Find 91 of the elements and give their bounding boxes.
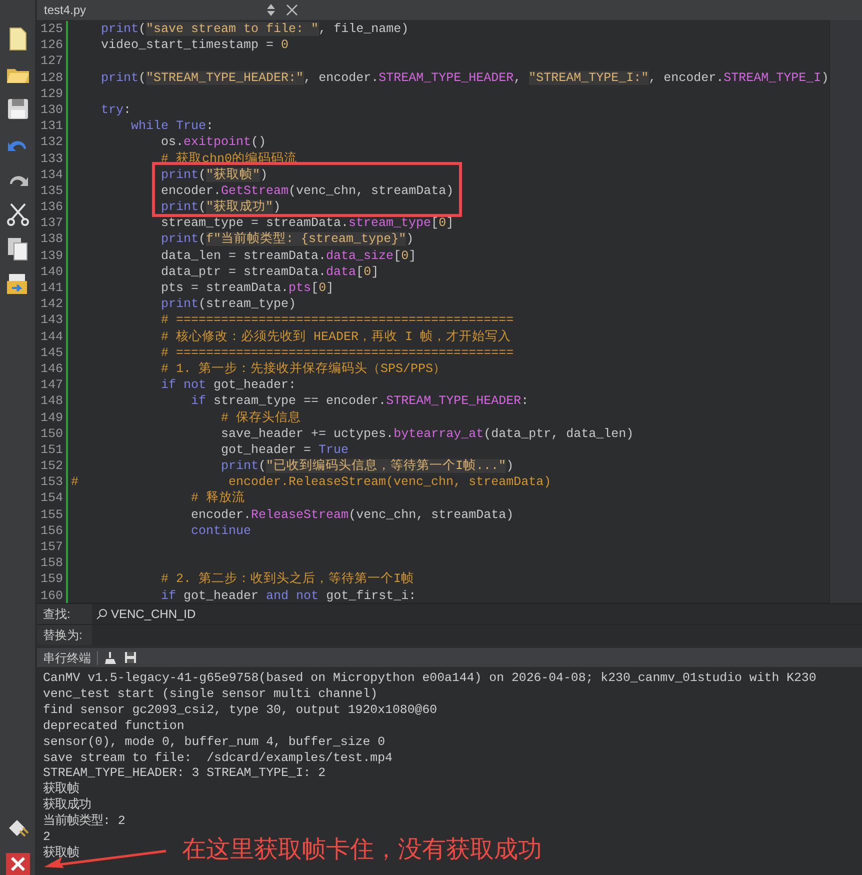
code-line: print("获取成功") [160,199,281,216]
terminal-line: 获取帧 [43,846,79,862]
line-number: 154 [39,490,64,507]
terminal-line: STREAM_TYPE_HEADER: 3 STREAM_TYPE_I: 2 [43,766,326,782]
code-line: os.exitpoint() [160,134,266,150]
code-line: if not got_header: [160,377,296,394]
line-number: 133 [39,150,64,167]
line-number: 150 [39,426,64,442]
line-number: 125 [39,21,64,38]
terminal-line: find sensor gc2093_csi2, type 30, output 1920x1080@60 [43,702,438,719]
search-icon [96,608,108,620]
code-line: try: [100,102,132,118]
code-line: print("获取帧") [160,166,268,183]
line-number: 131 [39,118,64,134]
terminal-line: 当前帧类型: 2 [43,814,126,830]
code-line: # 核心修改：必须先收到 HEADER，再收 I 帧，才开始写入 [160,328,512,345]
code-line: if got_header and not got_first_i: [160,588,416,603]
line-number: 146 [39,360,64,378]
save-icon[interactable] [124,651,137,664]
find-field[interactable]: VENC_CHN_ID [92,604,862,624]
code-line: # encoder.ReleaseStream(venc_chn, streamData) [71,474,552,490]
line-number: 158 [39,555,64,572]
line-number: 137 [39,215,64,232]
line-number: 149 [39,410,64,426]
code-line: # 释放流 [190,490,246,507]
code-line: print("已收到编码头信息，等待第一个I帧...") [220,458,514,474]
cut-icon[interactable] [4,201,30,227]
line-number: 147 [39,377,64,394]
annotation-note: 在这里获取帧卡住，没有获取成功 [182,835,542,865]
code-line: # ============================================= [160,312,514,329]
line-number: 134 [39,166,64,183]
find-value: VENC_CHN_ID [111,606,196,623]
terminal-line: CanMV v1.5-legacy-41-g65e9758(based on Micropython e00a144) on 2026-04-08; k230_canmv_01studio with K230 [43,671,816,687]
line-number: 152 [39,458,64,474]
line-number: 135 [39,182,64,200]
code-line: # 保存头信息 [220,410,302,426]
line-number: 142 [39,296,64,312]
terminal-line: 2 [43,830,50,846]
line-number: 126 [39,37,64,54]
line-number: 128 [39,70,64,86]
code-line: # 1. 第一步：先接收并保存编码头（SPS/PPS） [160,360,446,378]
line-number: 127 [39,53,64,70]
code-line: # ============================================= [160,344,514,361]
code-line: print("save stream to file: ", file_name) [100,21,409,38]
line-number: 138 [39,231,64,248]
code-line: # 2. 第二步：收到头之后，等待第一个I帧 [160,571,414,588]
code-line: print("STREAM_TYPE_HEADER:", encoder.STREAM_TYPE_HEADER, "STREAM_TYPE_I:", encoder.STREAM_TYPE_I) [100,70,829,86]
terminal-title: 串行终端 [43,650,91,666]
code-line: video_start_timestamp = 0 [100,37,289,54]
terminal-line: save stream to file: /sdcard/examples/test.mp4 [43,750,392,766]
code-line: pts = streamData.pts[0] [160,280,334,296]
terminal-line: 获取帧 [43,782,79,798]
close-icon[interactable] [286,4,298,16]
line-number: 159 [39,571,64,588]
line-number: 144 [39,328,64,345]
line-number: 157 [39,539,64,556]
find-label: 查找: [42,606,72,623]
line-number: 132 [39,134,64,150]
line-number: 160 [39,588,64,603]
code-line: while True: [130,118,214,134]
line-number: 155 [39,506,64,523]
line-number: 130 [39,102,64,118]
clear-icon[interactable] [104,650,118,664]
line-number: 143 [39,312,64,329]
line-number: 139 [39,248,64,264]
line-number: 148 [39,393,64,410]
terminal-line: 获取成功 [43,798,91,814]
line-number: 141 [39,280,64,296]
code-line: if stream_type == encoder.STREAM_TYPE_HEADER: [190,393,529,410]
code-line: data_ptr = streamData.data[0] [160,264,379,280]
code-line: encoder.GetStream(venc_chn, streamData) [160,182,454,200]
code-line: stream_type = streamData.stream_type[0] [160,215,454,232]
line-number: 136 [39,199,64,216]
code-line: got_header = True [220,442,349,458]
replace-label: 替换为: [42,627,84,644]
code-line: print(f"当前帧类型: {stream_type}") [160,231,414,248]
code-line: encoder.ReleaseStream(venc_chn, streamData) [190,506,514,523]
line-number: 140 [39,264,64,280]
line-number: 153 [39,474,64,490]
code-line: continue [190,522,252,539]
code-line: data_len = streamData.data_size[0] [160,248,416,264]
line-number: 129 [39,86,64,102]
terminal-line: venc_test start (single sensor multi channel) [43,686,378,703]
terminal-line: sensor(0), mode 0, buffer_num 4, buffer_size 0 [43,734,386,751]
terminal-line: deprecated function [43,718,184,735]
code-line: save_header += uctypes.bytearray_at(data_ptr, data_len) [220,426,634,442]
sort-icon[interactable] [267,4,275,16]
code-line: print(stream_type) [160,296,296,312]
line-number: 145 [39,344,64,361]
line-number: 156 [39,522,64,539]
line-number: 151 [39,442,64,458]
